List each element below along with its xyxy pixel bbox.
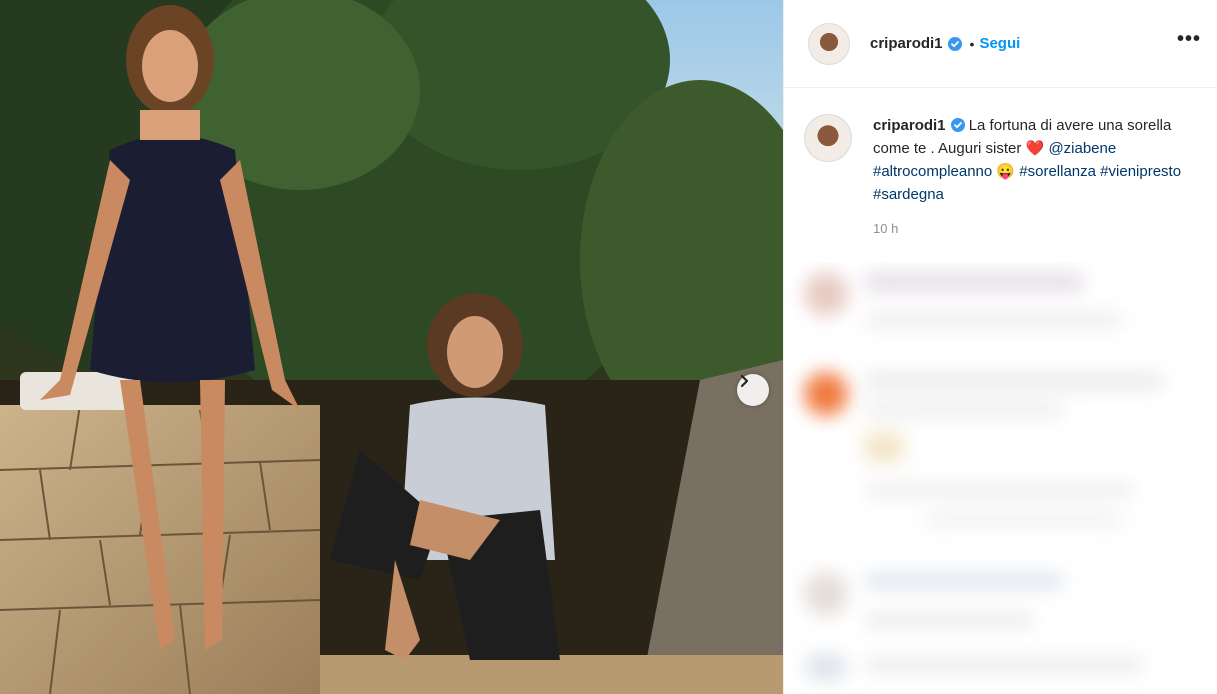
hashtag-link[interactable]: #sorellanza [1019, 163, 1096, 180]
chevron-right-icon [740, 374, 749, 388]
header-username[interactable]: criparodi1 [870, 35, 943, 52]
blurred-comments-area [784, 262, 1217, 694]
caption-body: criparodi1 La fortuna di avere una sorel… [873, 114, 1201, 240]
caption-username[interactable]: criparodi1 [873, 117, 946, 134]
more-options-icon[interactable]: ••• [1177, 28, 1201, 59]
separator-dot: • [969, 35, 975, 52]
hashtag-link[interactable]: #sardegna [873, 186, 944, 203]
follow-button[interactable]: Segui [979, 35, 1020, 52]
mention-link[interactable]: @ziabene [1048, 140, 1116, 157]
post-side-panel: criparodi1 • Segui ••• criparodi1 La for… [783, 0, 1217, 694]
next-photo-button[interactable] [737, 374, 769, 406]
post-caption: criparodi1 La fortuna di avere una sorel… [784, 88, 1217, 240]
hashtag-link[interactable]: #vienipresto [1100, 163, 1181, 180]
post-header: criparodi1 • Segui ••• [784, 0, 1217, 88]
verified-badge-icon [947, 36, 962, 51]
verified-badge-icon [950, 118, 965, 132]
tongue-emoji: 😛 [996, 163, 1016, 180]
caption-avatar[interactable] [804, 114, 852, 162]
post-timestamp[interactable]: 10 h [873, 217, 1201, 240]
photo-illustration [0, 0, 783, 694]
avatar[interactable] [808, 22, 850, 65]
heart-emoji: ❤️ [1025, 140, 1045, 157]
post-photo[interactable] [0, 0, 783, 694]
hashtag-link[interactable]: #altrocompleanno [873, 163, 992, 180]
